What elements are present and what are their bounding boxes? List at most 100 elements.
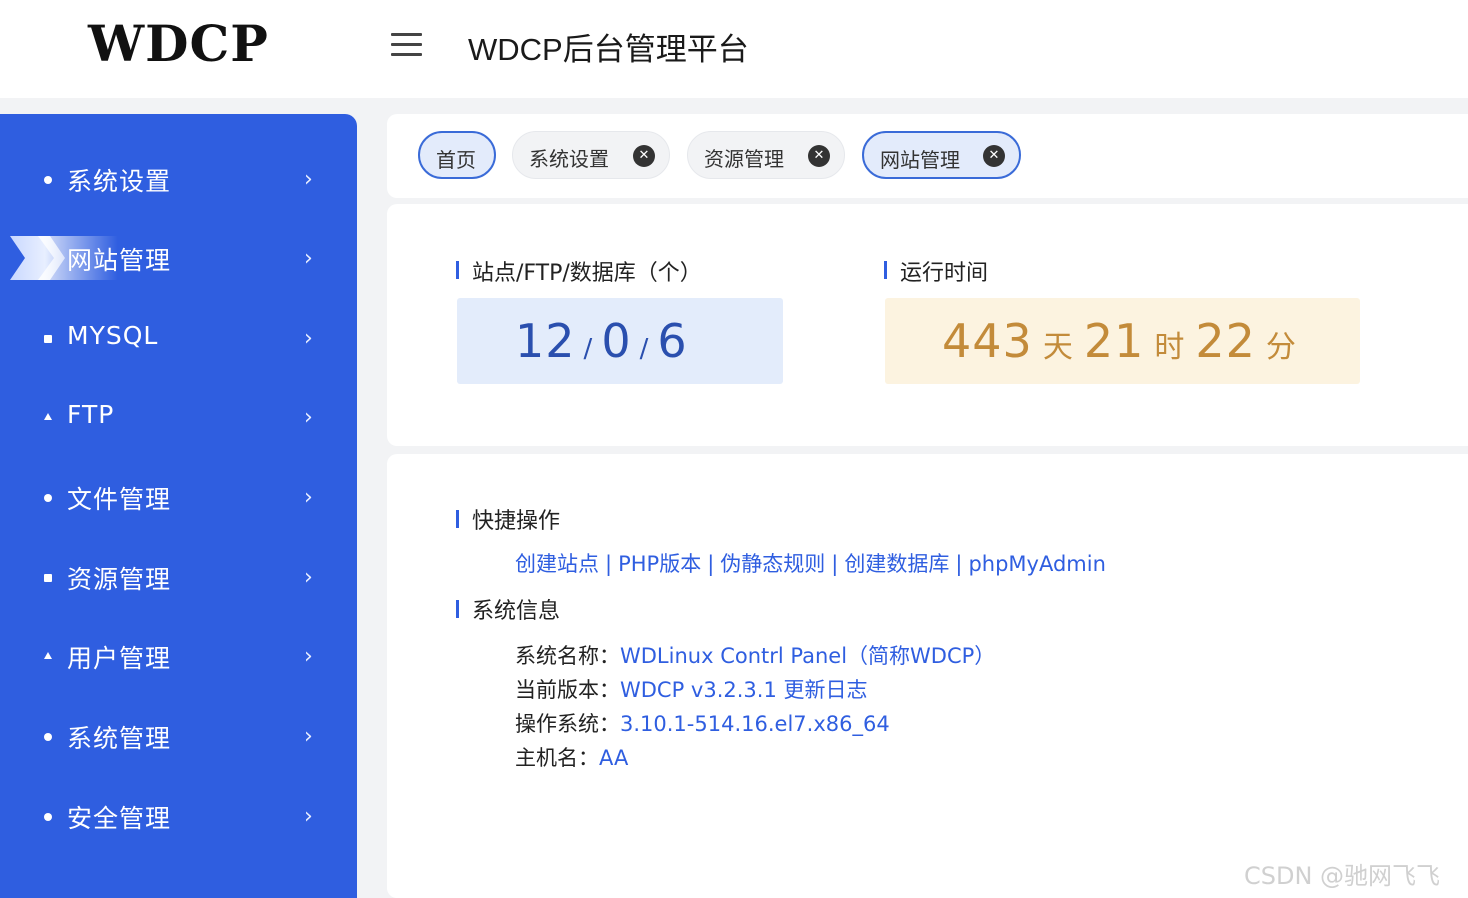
sidebar-item-system-settings[interactable]: 系统设置 › xyxy=(0,149,357,209)
link-separator: | xyxy=(605,552,613,576)
info-card: 快捷操作 创建站点 | PHP版本 | 伪静态规则 | 创建数据库 | phpMyAdmin 系… xyxy=(387,454,1468,898)
section-marker xyxy=(884,261,887,279)
bullet-square-icon xyxy=(44,574,52,582)
stats-card: 站点/FTP/数据库（个） 运行时间 12/0/6 443 天 21 时 22 分 xyxy=(387,204,1468,446)
chevron-right-icon: › xyxy=(304,167,313,192)
close-icon[interactable]: ✕ xyxy=(808,145,830,167)
create-database-link[interactable]: 创建数据库 xyxy=(844,552,949,576)
sidebar-item-ftp[interactable]: FTP › xyxy=(0,387,357,447)
sidebar-item-website-management[interactable]: 网站管理 › xyxy=(0,228,357,288)
top-header: WDCP WDCP后台管理平台 xyxy=(0,0,1468,98)
tab-resource-management[interactable]: 资源管理 ✕ xyxy=(687,131,845,179)
version-value: WDCP v3.2.3.1 xyxy=(620,678,777,702)
watermark: CSDN @驰网飞飞 xyxy=(1244,862,1441,890)
chevron-right-icon: › xyxy=(304,246,313,271)
hostname-row: 主机名：AA xyxy=(515,742,628,772)
uptime-minutes: 22 xyxy=(1195,314,1256,368)
sidebar-item-label: 资源管理 xyxy=(67,565,172,594)
php-version-link[interactable]: PHP版本 xyxy=(618,552,701,576)
sidebar-item-user-management[interactable]: 用户管理 › xyxy=(0,626,357,686)
tab-label: 网站管理 xyxy=(880,148,960,172)
section-marker xyxy=(456,261,459,279)
sidebar-item-label: MYSQL xyxy=(67,321,159,350)
count-separator: / xyxy=(639,334,650,364)
uptime-days: 443 xyxy=(942,314,1033,368)
sidebar-item-resource-management[interactable]: 资源管理 › xyxy=(0,547,357,607)
changelog-link[interactable]: 更新日志 xyxy=(784,678,868,702)
quick-action-links: 创建站点 | PHP版本 | 伪静态规则 | 创建数据库 | phpMyAdmin xyxy=(515,548,1106,578)
chevron-right-icon: › xyxy=(304,804,313,829)
close-icon[interactable]: ✕ xyxy=(983,145,1005,167)
os-value: 3.10.1-514.16.el7.x86_64 xyxy=(620,712,890,736)
hostname-label: 主机名： xyxy=(515,746,599,770)
chevron-right-icon: › xyxy=(304,724,313,749)
section-marker xyxy=(456,510,459,528)
rewrite-rules-link[interactable]: 伪静态规则 xyxy=(720,552,825,576)
phpmyadmin-link[interactable]: phpMyAdmin xyxy=(968,552,1105,576)
sidebar-item-file-management[interactable]: 文件管理 › xyxy=(0,467,357,527)
ftp-count: 0 xyxy=(601,314,632,368)
menu-toggle-icon[interactable] xyxy=(391,33,423,57)
bullet-dot-icon xyxy=(44,494,52,502)
sites-stats-title: 站点/FTP/数据库（个） xyxy=(472,261,702,286)
quick-actions-title: 快捷操作 xyxy=(472,509,561,534)
bullet-dot-icon xyxy=(44,176,52,184)
sidebar-item-security-management[interactable]: 安全管理 › xyxy=(0,786,357,846)
hostname-value: AA xyxy=(599,746,629,770)
bullet-dot-icon xyxy=(44,813,52,821)
os-row: 操作系统：3.10.1-514.16.el7.x86_64 xyxy=(515,708,890,738)
tab-system-settings[interactable]: 系统设置 ✕ xyxy=(512,131,670,179)
database-count: 6 xyxy=(657,314,688,368)
count-separator: / xyxy=(583,334,594,364)
system-name-label: 系统名称： xyxy=(515,644,620,668)
sidebar-item-system-management[interactable]: 系统管理 › xyxy=(0,706,357,766)
chevron-right-icon: › xyxy=(304,485,313,510)
chevron-right-icon: › xyxy=(304,644,313,669)
create-site-link[interactable]: 创建站点 xyxy=(515,552,599,576)
minutes-unit: 分 xyxy=(1265,330,1297,365)
logo: WDCP xyxy=(88,14,269,73)
app-title: WDCP后台管理平台 xyxy=(468,32,749,67)
system-name-row: 系统名称：WDLinux Contrl Panel（简称WDCP） xyxy=(515,640,995,670)
tab-website-management[interactable]: 网站管理 ✕ xyxy=(862,131,1021,179)
tab-home[interactable]: 首页 xyxy=(418,131,496,179)
uptime-title: 运行时间 xyxy=(900,261,989,286)
sidebar-item-label: 安全管理 xyxy=(67,804,172,833)
link-separator: | xyxy=(707,552,715,576)
chevron-right-icon: › xyxy=(304,405,313,430)
sites-counts: 12/0/6 xyxy=(515,314,688,368)
system-info-title: 系统信息 xyxy=(472,599,561,624)
tab-label: 首页 xyxy=(436,148,476,172)
bullet-triangle-icon xyxy=(44,652,52,659)
link-separator: | xyxy=(831,552,839,576)
section-marker xyxy=(456,600,459,618)
sidebar-item-mysql[interactable]: MYSQL › xyxy=(0,308,357,368)
bullet-square-icon xyxy=(44,335,52,343)
close-icon[interactable]: ✕ xyxy=(633,145,655,167)
sites-count-box: 12/0/6 xyxy=(457,298,783,384)
tab-bar: 首页 系统设置 ✕ 资源管理 ✕ 网站管理 ✕ xyxy=(387,114,1468,198)
sidebar-item-label: 系统设置 xyxy=(67,167,172,196)
tab-label: 资源管理 xyxy=(704,147,784,171)
link-separator: | xyxy=(955,552,963,576)
sidebar-item-label: 文件管理 xyxy=(67,485,172,514)
chevron-right-icon: › xyxy=(304,565,313,590)
hours-unit: 时 xyxy=(1154,330,1186,365)
sidebar: 系统设置 › 网站管理 › MYSQL › FTP › 文件管理 › 资源管理 … xyxy=(0,114,357,898)
bullet-triangle-icon xyxy=(44,413,52,420)
sidebar-item-label: 系统管理 xyxy=(67,724,172,753)
version-label: 当前版本： xyxy=(515,678,620,702)
bullet-dot-icon xyxy=(44,733,52,741)
sidebar-item-label: 网站管理 xyxy=(67,246,172,275)
days-unit: 天 xyxy=(1042,330,1074,365)
tab-label: 系统设置 xyxy=(529,147,609,171)
version-row: 当前版本：WDCP v3.2.3.1 更新日志 xyxy=(515,674,868,704)
system-name-value: WDLinux Contrl Panel（简称WDCP） xyxy=(620,644,996,668)
sidebar-item-label: FTP xyxy=(67,400,115,429)
uptime-value: 443 天 21 时 22 分 xyxy=(942,314,1307,368)
uptime-hours: 21 xyxy=(1083,314,1145,368)
sites-count: 12 xyxy=(515,314,576,368)
uptime-box: 443 天 21 时 22 分 xyxy=(885,298,1360,384)
sidebar-item-label: 用户管理 xyxy=(67,644,172,673)
os-label: 操作系统： xyxy=(515,712,620,736)
